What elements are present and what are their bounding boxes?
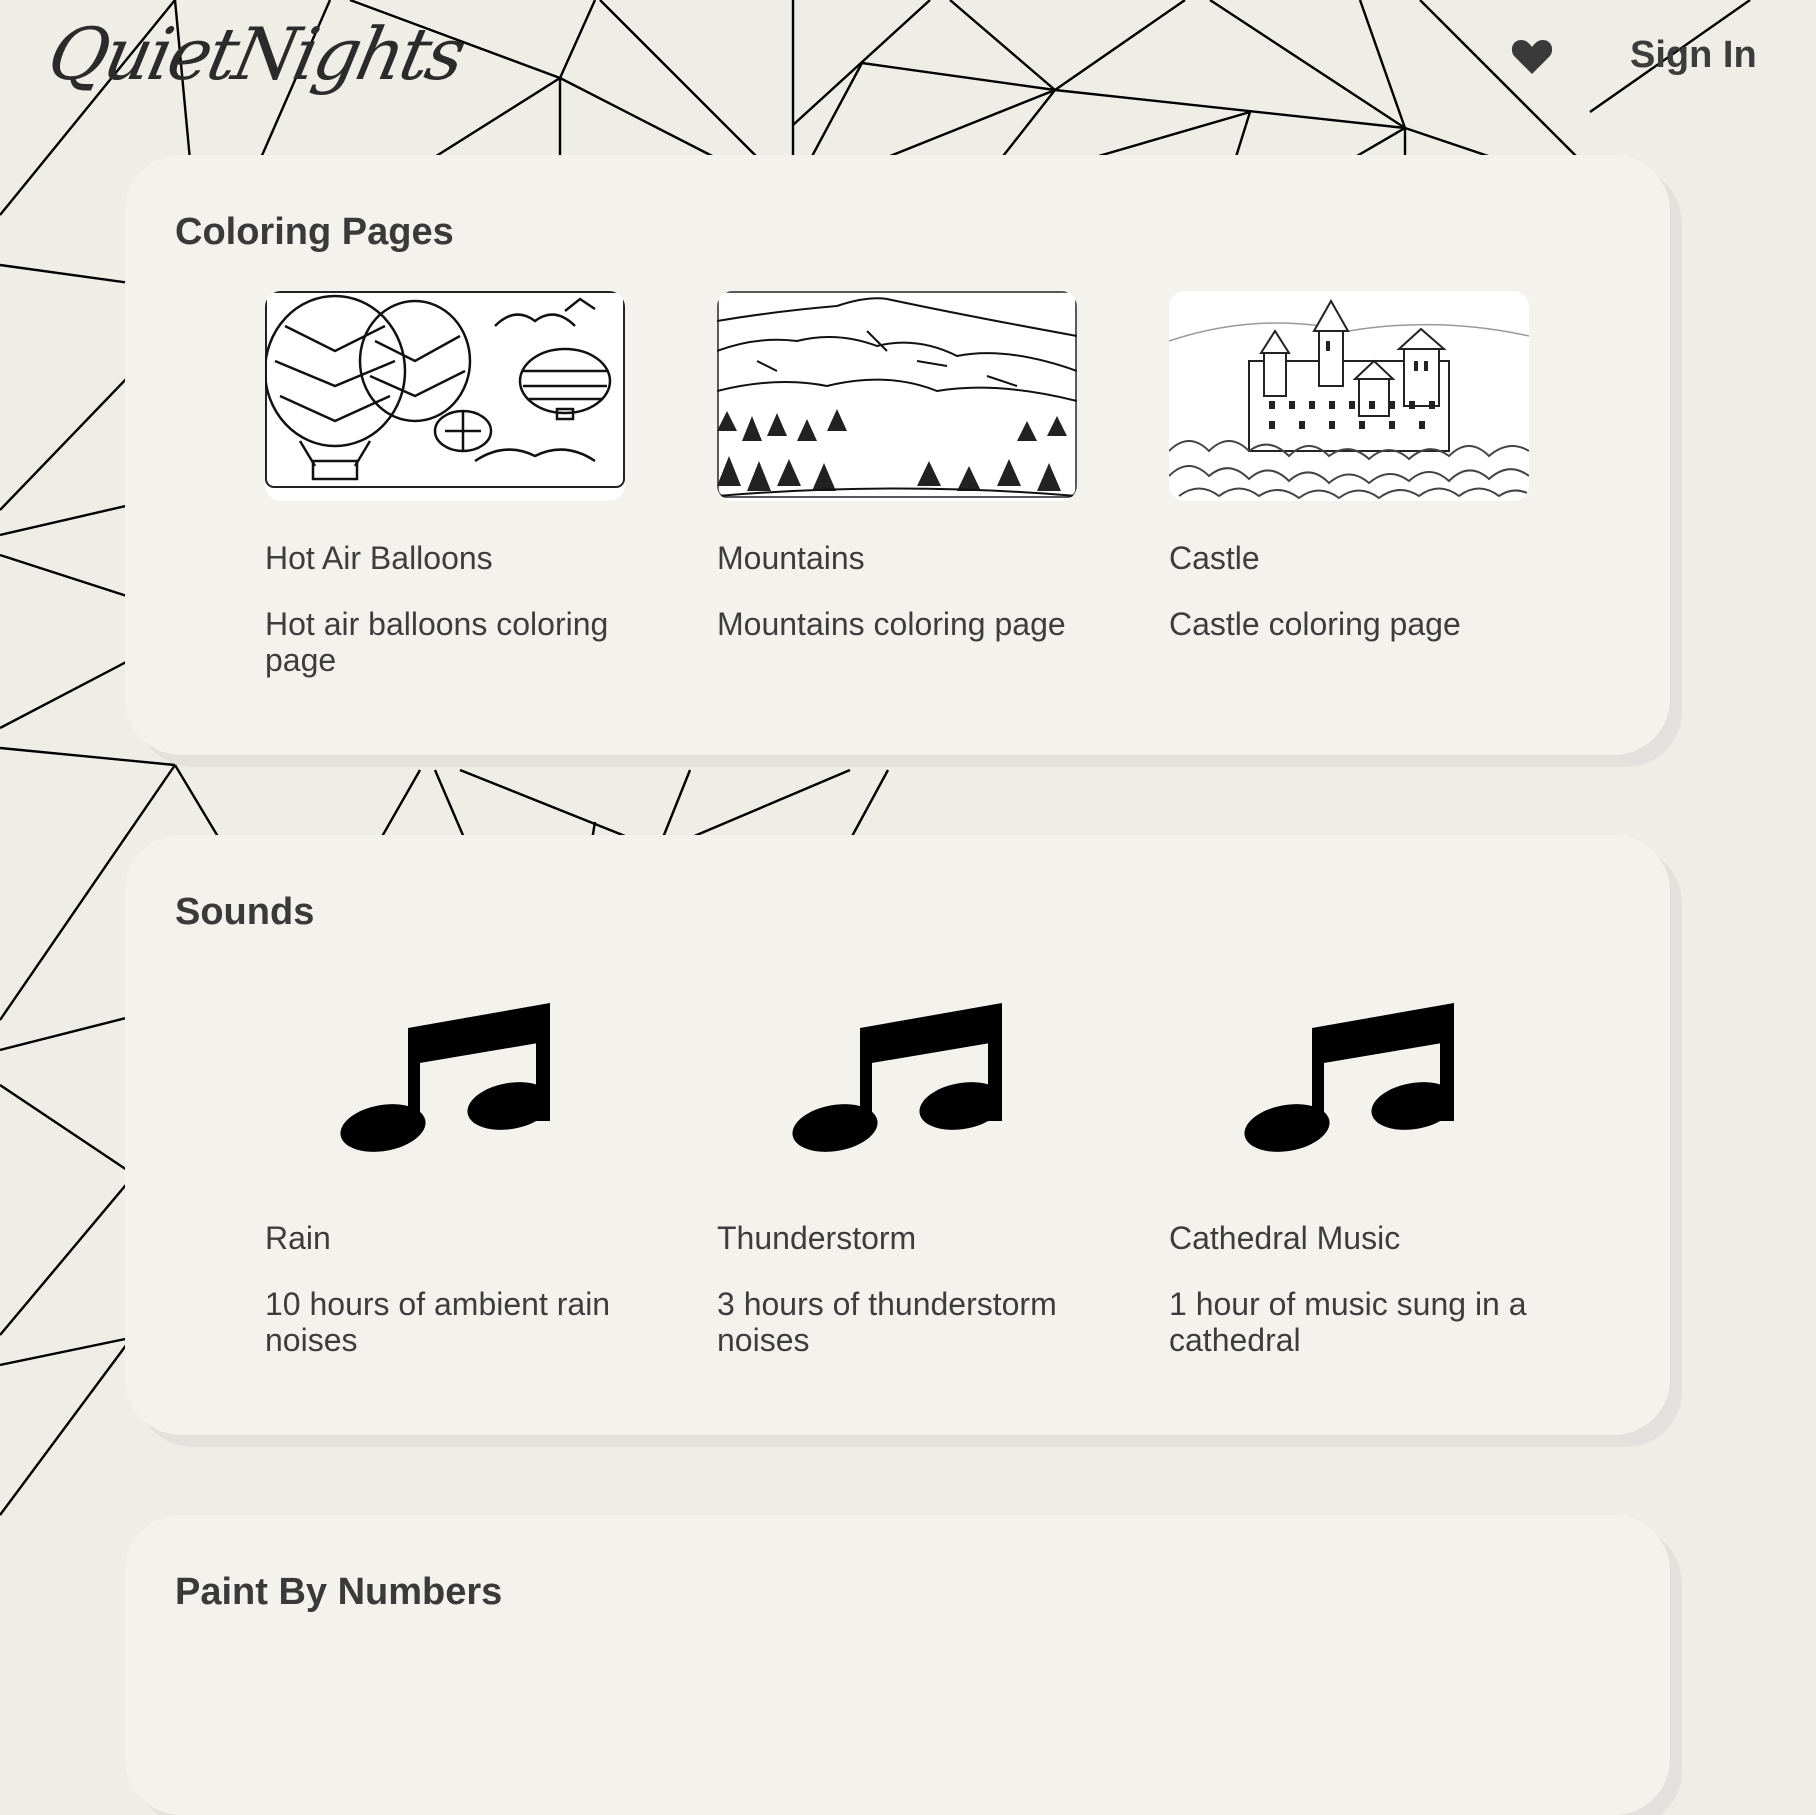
- music-note-icon[interactable]: [1244, 1003, 1454, 1153]
- item-title: Rain: [265, 1220, 331, 1256]
- item-title: Castle: [1169, 540, 1260, 576]
- heart-icon: [1511, 40, 1553, 74]
- hot-air-balloons-image[interactable]: [265, 291, 625, 501]
- coloring-item-mountains[interactable]: Mountains Mountains coloring page: [717, 291, 1097, 642]
- sign-in-link[interactable]: Sign In: [1630, 34, 1757, 77]
- castle-drawing: [1169, 291, 1529, 501]
- coloring-item-castle[interactable]: Castle Castle coloring page: [1169, 291, 1549, 642]
- section-title: Coloring Pages: [175, 211, 454, 253]
- item-description: Hot air balloons coloring page: [265, 606, 609, 678]
- coloring-item-hot-air-balloons[interactable]: Hot Air Balloons Hot air balloons colori…: [265, 291, 645, 678]
- item-description: Castle coloring page: [1169, 606, 1461, 642]
- hot-air-balloons-drawing: [265, 291, 625, 488]
- sounds-card: Sounds Rain 10 hours of ambient rain noi…: [125, 835, 1670, 1435]
- item-description: 10 hours of ambient rain noises: [265, 1286, 611, 1358]
- item-description: 1 hour of music sung in a cathedral: [1169, 1286, 1527, 1358]
- mountains-drawing: [717, 291, 1077, 498]
- section-title: Paint By Numbers: [175, 1571, 503, 1613]
- favorites-button[interactable]: [1510, 36, 1554, 76]
- section-title: Sounds: [175, 891, 315, 933]
- item-title: Thunderstorm: [717, 1220, 917, 1256]
- castle-image[interactable]: [1169, 291, 1529, 501]
- paint-by-numbers-card: Paint By Numbers: [125, 1515, 1670, 1815]
- site-logo[interactable]: QuietNights: [41, 12, 470, 96]
- mountains-image[interactable]: [717, 291, 1077, 501]
- music-note-icon[interactable]: [792, 1003, 1002, 1153]
- item-description: Mountains coloring page: [717, 606, 1066, 642]
- item-description: 3 hours of thunderstorm noises: [717, 1286, 1057, 1358]
- item-title: Cathedral Music: [1169, 1220, 1401, 1256]
- music-note-icon[interactable]: [340, 1003, 550, 1153]
- item-title: Mountains: [717, 540, 865, 576]
- item-title: Hot Air Balloons: [265, 540, 493, 576]
- coloring-pages-card: Coloring Pages Hot Air Balloons Hot air …: [125, 155, 1670, 755]
- site-header: QuietNights Sign In: [0, 0, 1816, 150]
